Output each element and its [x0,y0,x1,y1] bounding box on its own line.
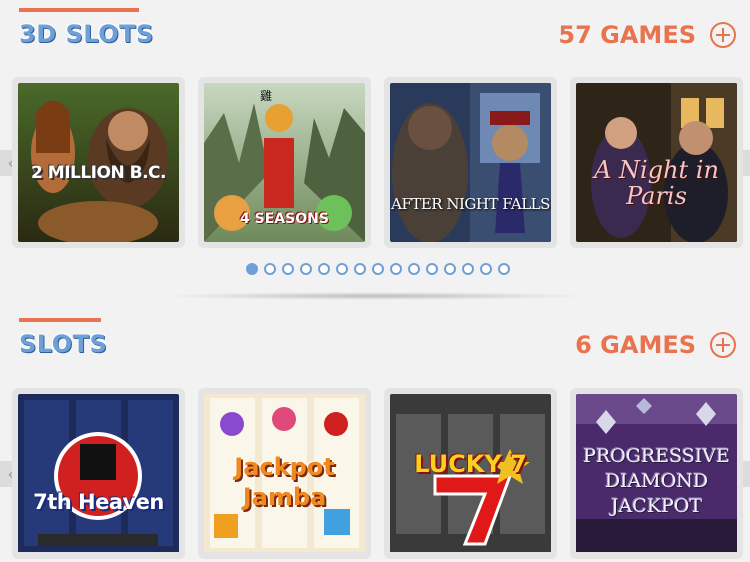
glyph-label: 雞 [260,89,273,103]
title-accent-bar [19,318,101,322]
games-count-link[interactable]: 57 GAMES [558,21,696,49]
pagination-dot[interactable] [282,263,294,275]
game-title: A Night in Paris [594,156,719,210]
title-accent-bar [19,8,139,12]
pagination-dot[interactable] [498,263,510,275]
game-tile[interactable]: PROGRESSIVE DIAMOND JACKPOT [570,388,743,559]
section-3d-slots: 3D SLOTS 57 GAMES ‹ › 2 MILLION B [0,0,750,305]
game-title: Jackpot Jamba [234,453,335,511]
pagination-dot[interactable] [408,263,420,275]
game-tile[interactable]: LUCKY 7 [384,388,557,559]
section-divider [160,292,590,300]
game-title: 2 MILLION B.C. [31,163,166,183]
pagination-dot[interactable] [264,263,276,275]
game-thumbnail: 7th Heaven [18,394,179,553]
carousel-pagination [246,263,510,275]
game-thumbnail: 雞 4 SEASONS [204,83,365,242]
pagination-dot[interactable] [372,263,384,275]
section-title: 3D SLOTS [19,20,154,48]
pagination-dot[interactable] [480,263,492,275]
pagination-dot[interactable] [462,263,474,275]
pagination-dot[interactable] [390,263,402,275]
pagination-dot[interactable] [336,263,348,275]
pagination-dot[interactable] [300,263,312,275]
game-title: LUCKY 7 [414,450,527,478]
section-slots: SLOTS 6 GAMES ‹ › 7th Heaven [0,310,750,562]
pagination-dot[interactable] [426,263,438,275]
game-thumbnail: LUCKY 7 [390,394,551,553]
game-tile[interactable]: AFTER NIGHT FALLS [384,77,557,248]
game-thumbnail: 2 MILLION B.C. [18,83,179,242]
section-title: SLOTS [19,330,108,358]
plus-circle-icon[interactable] [710,332,736,358]
game-title: PROGRESSIVE DIAMOND JACKPOT [583,445,730,517]
game-tile[interactable]: 7th Heaven [12,388,185,559]
game-thumbnail: PROGRESSIVE DIAMOND JACKPOT [576,394,737,553]
game-tile[interactable]: 2 MILLION B.C. [12,77,185,248]
plus-circle-icon[interactable] [710,22,736,48]
game-tile[interactable]: Jackpot Jamba [198,388,371,559]
game-thumbnail: Jackpot Jamba [204,394,365,553]
game-title: AFTER NIGHT FALLS [391,195,550,213]
game-title: 7th Heaven [33,490,164,514]
game-tile[interactable]: A Night in Paris [570,77,743,248]
pagination-dot[interactable] [354,263,366,275]
game-title: 4 SEASONS [240,211,329,227]
games-count-link[interactable]: 6 GAMES [575,331,696,359]
pagination-dot[interactable] [318,263,330,275]
pagination-dot[interactable] [444,263,456,275]
game-tile[interactable]: 雞 4 SEASONS [198,77,371,248]
pagination-dot[interactable] [246,263,258,275]
game-thumbnail: A Night in Paris [576,83,737,242]
game-thumbnail: AFTER NIGHT FALLS [390,83,551,242]
